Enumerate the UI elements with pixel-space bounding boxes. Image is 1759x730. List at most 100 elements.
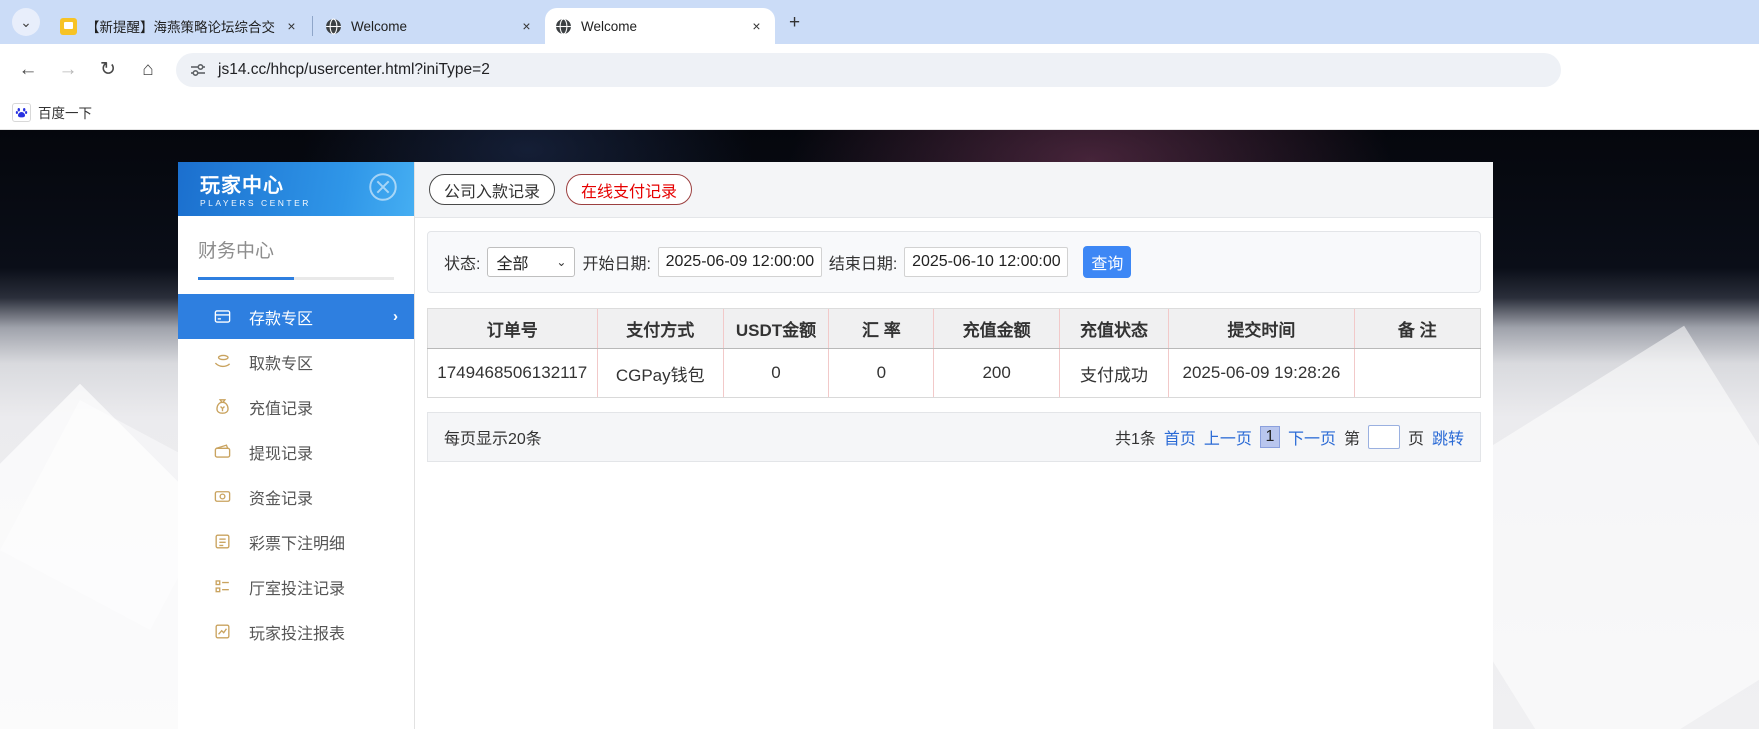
- status-label: 状态:: [444, 256, 481, 273]
- browser-tab-strip: ⌄ 【新提醒】海燕策略论坛综合交 × Welcome × Welcome × +: [0, 0, 1759, 44]
- sidebar-item-label: 资金记录: [249, 490, 314, 508]
- tab-title: Welcome: [581, 18, 638, 34]
- deposit-card-icon: [212, 307, 232, 327]
- forward-icon[interactable]: →: [51, 53, 85, 87]
- next-page-link[interactable]: 下一页: [1288, 425, 1336, 449]
- first-page-link[interactable]: 首页: [1164, 425, 1196, 449]
- table-row: 1749468506132117 CGPay钱包 0 0 200 支付成功 20…: [427, 348, 1482, 398]
- close-icon[interactable]: ×: [748, 18, 765, 35]
- search-button[interactable]: 查询: [1083, 246, 1132, 278]
- new-tab-button[interactable]: +: [789, 12, 800, 34]
- end-date-input[interactable]: [904, 247, 1069, 277]
- sidebar-item-label: 取款专区: [249, 355, 314, 373]
- url-text: js14.cc/hhcp/usercenter.html?iniType=2: [218, 60, 490, 78]
- baidu-paw-icon: [12, 102, 31, 122]
- room-list-icon: [212, 577, 232, 597]
- records-table-wrap: 订单号 支付方式 USDT金额 汇 率 充值金额 充值状态 提交时间 备 注 1: [427, 308, 1482, 398]
- banknote-icon: [212, 487, 232, 507]
- total-count: 共1条: [1115, 431, 1156, 448]
- filter-bar: 状态: 全部 ⌄ 开始日期: 结束日期: 查询: [427, 231, 1481, 293]
- main-panel: 玩家中心 PLAYERS CENTER 财务中心 存款专区 › 取款专区 充值记…: [178, 162, 1493, 729]
- sidebar-item-withdrawal-records[interactable]: 提现记录 ›: [178, 429, 414, 474]
- chevron-down-icon: ⌄: [556, 255, 567, 269]
- section-divider-accent: [198, 277, 294, 280]
- record-tab-bar: 公司入款记录 在线支付记录: [415, 162, 1493, 218]
- pagination-bar: 每页显示20条 共1条 首页 上一页 1 下一页 第 页 跳转: [427, 412, 1481, 462]
- tab-search-button[interactable]: ⌄: [12, 8, 40, 36]
- bookmark-label: 百度一下: [38, 106, 92, 121]
- bookmarks-bar: 百度一下: [0, 95, 1759, 130]
- back-icon[interactable]: ←: [11, 53, 45, 87]
- jump-page-input[interactable]: [1367, 425, 1400, 449]
- section-label: 财务中心: [198, 241, 275, 262]
- cell-remark: [1353, 348, 1482, 398]
- col-rate: 汇 率: [828, 308, 934, 349]
- end-date-label: 结束日期:: [828, 256, 898, 273]
- start-date-label: 开始日期:: [582, 256, 651, 273]
- col-pay-method: 支付方式: [596, 308, 724, 349]
- cell-usdt-amount: 0: [722, 348, 829, 398]
- sidebar-item-label: 玩家投注报表: [249, 625, 346, 643]
- browser-tab-forum[interactable]: 【新提醒】海燕策略论坛综合交 ×: [50, 8, 310, 44]
- sidebar-item-label: 厅室投注记录: [249, 580, 346, 598]
- prev-page-link[interactable]: 上一页: [1204, 425, 1252, 449]
- report-chart-icon: [212, 622, 232, 642]
- cell-pay-method: CGPay钱包: [596, 348, 724, 398]
- col-usdt-amount: USDT金额: [722, 308, 829, 349]
- cell-submit-time: 2025-06-09 19:28:26: [1168, 348, 1355, 398]
- tab-company-deposit-records[interactable]: 公司入款记录: [429, 174, 556, 205]
- sidebar-item-label: 提现记录: [249, 445, 314, 463]
- browser-tab-welcome-1[interactable]: Welcome ×: [315, 8, 545, 44]
- finance-section: 财务中心: [178, 216, 414, 280]
- start-date-input[interactable]: [657, 247, 822, 277]
- sidebar-item-recharge-records[interactable]: 充值记录 ›: [178, 384, 414, 429]
- page-background: 玩家中心 PLAYERS CENTER 财务中心 存款专区 › 取款专区 充值记…: [0, 130, 1759, 729]
- status-select[interactable]: 全部 ⌄: [487, 247, 576, 277]
- jump-suffix-label: 页: [1407, 431, 1424, 448]
- jump-go-link[interactable]: 跳转: [1432, 425, 1464, 449]
- col-recharge-amount: 充值金额: [933, 308, 1060, 349]
- col-submit-time: 提交时间: [1168, 308, 1355, 349]
- chevron-right-icon: ›: [393, 308, 398, 325]
- sidebar: 玩家中心 PLAYERS CENTER 财务中心 存款专区 › 取款专区 充值记…: [178, 162, 415, 729]
- cell-order-id: 1749468506132117: [427, 348, 598, 398]
- records-table: 订单号 支付方式 USDT金额 汇 率 充值金额 充值状态 提交时间 备 注 1: [427, 308, 1482, 398]
- tab-online-payment-records[interactable]: 在线支付记录: [566, 174, 693, 205]
- close-icon[interactable]: ×: [283, 18, 300, 35]
- gamepad-icon: [366, 170, 400, 209]
- sidebar-menu: 存款专区 › 取款专区 › 充值记录 ›: [178, 280, 414, 654]
- sidebar-item-withdraw[interactable]: 取款专区 ›: [178, 339, 414, 384]
- status-select-value: 全部: [496, 256, 529, 273]
- chevron-down-icon: ⌄: [20, 13, 32, 30]
- url-bar[interactable]: js14.cc/hhcp/usercenter.html?iniType=2: [176, 52, 1561, 87]
- col-recharge-status: 充值状态: [1058, 308, 1169, 349]
- jump-prefix-label: 第: [1343, 431, 1360, 448]
- bookmark-baidu[interactable]: 百度一下: [12, 102, 92, 122]
- sidebar-item-player-report[interactable]: 玩家投注报表 ›: [178, 609, 414, 654]
- site-settings-icon[interactable]: [190, 62, 206, 78]
- forum-favicon-icon: [60, 17, 77, 35]
- globe-favicon-icon: [555, 18, 572, 35]
- money-bag-icon: [212, 397, 232, 417]
- cell-rate: 0: [828, 348, 934, 398]
- cell-recharge-status: 支付成功: [1058, 348, 1169, 398]
- globe-favicon-icon: [325, 18, 342, 35]
- sidebar-item-funds-records[interactable]: 资金记录 ›: [178, 474, 414, 519]
- col-remark: 备 注: [1353, 308, 1482, 349]
- sidebar-item-room-bets[interactable]: 厅室投注记录 ›: [178, 564, 414, 609]
- content-area: 公司入款记录 在线支付记录 状态: 全部 ⌄ 开始日期: 结束日期: 查询: [415, 162, 1493, 729]
- sidebar-item-label: 存款专区: [249, 310, 314, 328]
- tab-title: Welcome: [351, 18, 408, 34]
- reload-icon[interactable]: ↻: [91, 53, 125, 87]
- col-order-id: 订单号: [427, 308, 598, 349]
- pagination-controls: 共1条 首页 上一页 1 下一页 第 页 跳转: [1115, 425, 1464, 449]
- current-page-badge[interactable]: 1: [1259, 426, 1280, 448]
- tab-divider: [312, 16, 313, 36]
- close-icon[interactable]: ×: [518, 18, 535, 35]
- players-center-banner: 玩家中心 PLAYERS CENTER: [178, 162, 414, 216]
- sidebar-item-deposit[interactable]: 存款专区 ›: [178, 294, 414, 339]
- browser-tab-welcome-2-active[interactable]: Welcome ×: [545, 8, 775, 44]
- sidebar-item-lottery-detail[interactable]: 彩票下注明细 ›: [178, 519, 414, 564]
- home-icon[interactable]: ⌂: [131, 53, 165, 87]
- withdraw-hand-icon: [212, 352, 232, 372]
